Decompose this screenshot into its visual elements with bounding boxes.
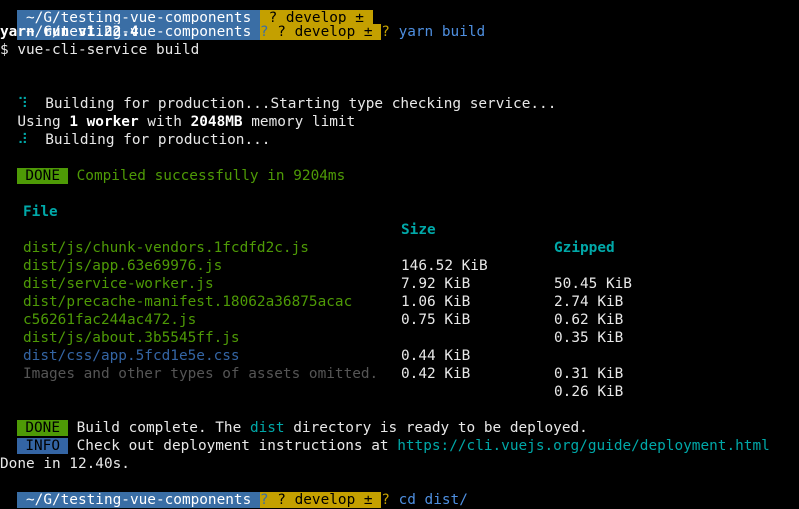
file-size: 0.44 KiB — [401, 348, 471, 364]
prompt-path: ~/G/testing-vue-components — [17, 492, 260, 508]
yarn-version-line: yarn run v1.22.4 — [0, 24, 139, 40]
assets-table-header: File Size Gzipped — [0, 185, 799, 256]
info-badge: INFO — [17, 438, 68, 454]
building-text: Building for production... — [27, 132, 271, 148]
prompt-separator-icon: ? — [381, 492, 390, 508]
prompt-separator-icon: ? — [259, 24, 269, 40]
file-gzip-size: 0.31 KiB — [554, 366, 624, 382]
table-row: dist/service-worker.js 1.06 KiB 0.62 KiB — [0, 257, 799, 328]
spinner-icon: ⠼ — [17, 132, 28, 148]
prompt-branch: ? develop ± — [268, 24, 382, 40]
table-row: dist/js/chunk-vendors.1fcdfd2c.js 146.52… — [0, 221, 799, 292]
build-complete-line: DONE Build complete. The dist directory … — [0, 401, 588, 436]
compiled-line: DONE Compiled successfully in 9204ms — [0, 149, 345, 184]
info-line: INFO Check out deployment instructions a… — [0, 419, 770, 454]
prompt-separator-icon: ? — [381, 24, 390, 40]
file-gzip-size: 0.26 KiB — [554, 384, 624, 400]
building-status-line: ⠹ Building for production...Starting typ… — [0, 77, 556, 112]
shell-prompt: ~/G/testing-vue-components ? ? develop ±… — [0, 5, 485, 40]
shell-command[interactable]: cd dist/ — [390, 492, 468, 508]
deployment-url-link[interactable]: https://cli.vuejs.org/guide/deployment.h… — [397, 438, 770, 454]
service-command-line: $ vue-cli-service build — [0, 42, 200, 58]
file-column-header: File — [23, 204, 58, 220]
compiled-text: Compiled successfully in 9204ms — [67, 168, 346, 184]
table-row-continuation: c56261fac244ac472.js — [0, 293, 799, 328]
done-line: Done in 12.40s. — [0, 456, 130, 472]
table-row: dist/precache-manifest.18062a36875acac 0… — [0, 275, 799, 346]
table-row: dist/js/about.3b5545ff.js 0.44 KiB 0.31 … — [0, 311, 799, 382]
shell-command: yarn build — [389, 24, 486, 40]
worker-line: Using 1 worker with 2048MB memory limit — [0, 95, 355, 130]
shell-prompt: ~/G/testing-vue-components ? ? develop ±… — [0, 473, 468, 508]
file-name: dist/css/app.5fcd1e5e.css — [23, 348, 240, 364]
table-row: dist/js/app.63e69976.js 7.92 KiB 2.74 Ki… — [0, 239, 799, 310]
assets-omitted-note: Images and other types of assets omitted… — [23, 366, 379, 382]
file-size: 0.42 KiB — [401, 366, 471, 382]
prompt-branch: ? develop ± — [268, 492, 382, 508]
info-text: Check out deployment instructions at — [67, 438, 398, 454]
prompt-separator-icon: ? — [259, 492, 269, 508]
done-badge: DONE — [17, 168, 68, 184]
table-row: dist/css/app.5fcd1e5e.css 0.42 KiB 0.26 … — [0, 329, 799, 400]
building-status-line: ⠼ Building for production... — [0, 113, 270, 148]
